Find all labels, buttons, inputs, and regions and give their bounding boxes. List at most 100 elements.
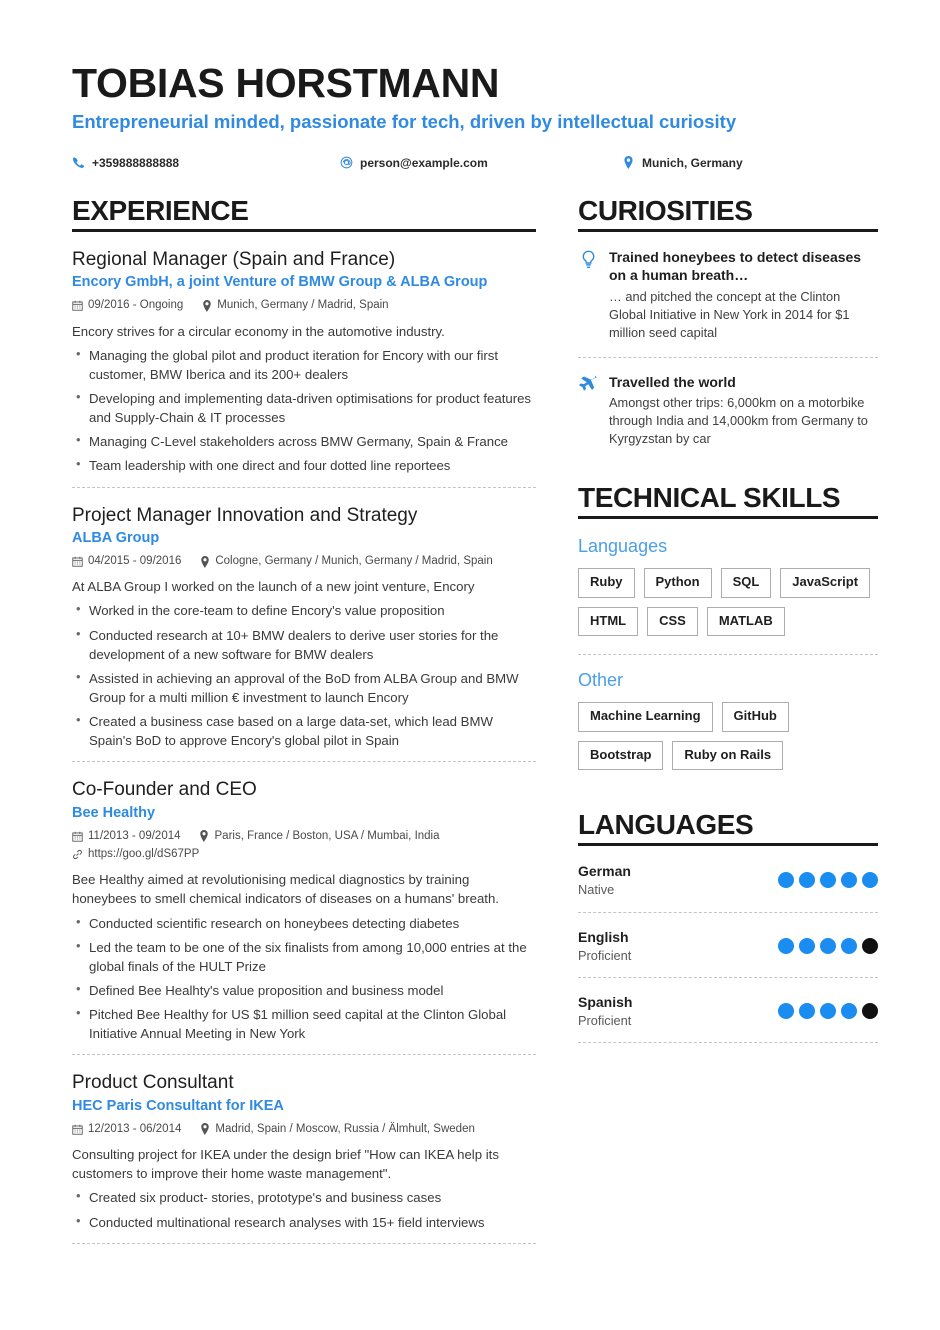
section-title-experience: EXPERIENCE bbox=[72, 194, 249, 226]
experience-entry: Regional Manager (Spain and France) Enco… bbox=[72, 248, 536, 487]
skill-tag[interactable]: GitHub bbox=[721, 702, 789, 732]
entry-location-text: Paris, France / Boston, USA / Mumbai, In… bbox=[214, 829, 440, 842]
lightbulb-icon bbox=[578, 248, 598, 343]
entry-dates: 09/2016 - Ongoing bbox=[72, 297, 183, 314]
entry-location-text: Madrid, Spain / Moscow, Russia / Älmhult… bbox=[215, 1122, 475, 1135]
calendar-icon bbox=[72, 300, 83, 312]
location-pin-icon bbox=[199, 1123, 210, 1136]
list-item: Worked in the core-team to define Encory… bbox=[72, 600, 536, 620]
entry-summary: Consulting project for IKEA under the de… bbox=[72, 1147, 499, 1182]
location-pin-icon bbox=[199, 555, 210, 568]
curiosity-body: Trained honeybees to detect diseases on … bbox=[609, 248, 878, 343]
resume-page: TOBIAS HORSTMANN Entrepreneurial minded,… bbox=[0, 0, 940, 1330]
list-item: Defined Bee Healhty's value proposition … bbox=[72, 980, 536, 1000]
skill-tag[interactable]: HTML bbox=[578, 606, 639, 636]
rating-dot-empty bbox=[862, 1003, 878, 1020]
headline: Entrepreneurial minded, passionate for t… bbox=[72, 111, 737, 133]
skill-divider bbox=[578, 653, 878, 655]
skill-tag[interactable]: Python bbox=[643, 568, 712, 598]
language-name: Spanish bbox=[578, 993, 633, 1010]
language-divider bbox=[578, 1042, 878, 1044]
contact-email[interactable]: person@example.com bbox=[340, 156, 622, 170]
language-name: German bbox=[578, 863, 631, 880]
list-item: Conducted research at 10+ BMW dealers to… bbox=[72, 625, 536, 664]
skill-tag-list: Ruby Python SQL JavaScript HTML CSS MATL… bbox=[578, 568, 878, 636]
section-rule bbox=[578, 515, 878, 519]
skill-group-other: Other Machine Learning GitHub Bootstrap … bbox=[578, 669, 878, 782]
language-divider bbox=[578, 976, 878, 978]
section-rule bbox=[578, 228, 878, 232]
entry-dates-text: 12/2013 - 06/2014 bbox=[88, 1122, 182, 1135]
contact-phone[interactable]: +359888888888 bbox=[72, 156, 340, 170]
skill-tag-list: Machine Learning GitHub Bootstrap Ruby o… bbox=[578, 702, 878, 770]
rating-dot-filled bbox=[820, 937, 836, 954]
entry-dates-text: 09/2016 - Ongoing bbox=[88, 299, 184, 312]
rating-dot-filled bbox=[841, 1003, 857, 1020]
list-item: Led the team to be one of the six finali… bbox=[72, 937, 536, 976]
skill-tag[interactable]: Ruby on Rails bbox=[672, 740, 784, 770]
curiosity-divider bbox=[578, 356, 878, 358]
calendar-icon bbox=[72, 1123, 83, 1135]
skill-tag[interactable]: Machine Learning bbox=[578, 702, 713, 732]
page-title: TOBIAS HORSTMANN bbox=[72, 60, 500, 106]
entry-dates: 04/2015 - 09/2016 bbox=[72, 553, 181, 570]
entry-organization[interactable]: Bee Healthy bbox=[72, 804, 536, 823]
skill-group-languages: Languages Ruby Python SQL JavaScript HTM… bbox=[578, 535, 878, 648]
entry-meta: 09/2016 - Ongoing Munich, Germany / Madr… bbox=[72, 297, 536, 314]
curiosity-item: Travelled the world Amongst other trips:… bbox=[578, 373, 878, 463]
skill-tag[interactable]: Ruby bbox=[578, 568, 635, 598]
entry-divider bbox=[72, 486, 536, 488]
entry-bullets: Created six product- stories, prototype'… bbox=[72, 1187, 536, 1232]
curiosity-item: Trained honeybees to detect diseases on … bbox=[578, 248, 878, 357]
rating-dot-filled bbox=[799, 937, 815, 954]
list-item: Assisted in achieving an approval of the… bbox=[72, 668, 536, 707]
resume-header: TOBIAS HORSTMANN Entrepreneurial minded,… bbox=[72, 60, 878, 170]
entry-role: Product Consultant bbox=[72, 1072, 234, 1094]
left-column: EXPERIENCE Regional Manager (Spain and F… bbox=[72, 194, 536, 1260]
skill-tag[interactable]: Bootstrap bbox=[578, 740, 664, 770]
entry-bullets: Managing the global pilot and product it… bbox=[72, 345, 536, 476]
contact-location-text: Munich, Germany bbox=[642, 155, 743, 170]
rating-dot-filled bbox=[778, 937, 794, 954]
curiosity-body: Travelled the world Amongst other trips:… bbox=[609, 373, 878, 449]
entry-role: Regional Manager (Spain and France) bbox=[72, 248, 396, 270]
language-rating bbox=[778, 1003, 878, 1020]
contact-row: +359888888888 person@example.com Munich,… bbox=[72, 156, 878, 170]
skill-tag[interactable]: CSS bbox=[647, 606, 698, 636]
language-level: Proficient bbox=[578, 947, 632, 963]
link-icon bbox=[72, 849, 83, 861]
curiosity-description: … and pitched the concept at the Clinton… bbox=[609, 289, 850, 341]
entry-organization[interactable]: Encory GmbH, a joint Venture of BMW Grou… bbox=[72, 273, 536, 292]
curiosity-title: Travelled the world bbox=[609, 373, 736, 390]
entry-meta: 11/2013 - 09/2014 Paris, France / Boston… bbox=[72, 828, 536, 864]
list-item: Conducted multinational research analyse… bbox=[72, 1212, 536, 1232]
entry-organization[interactable]: ALBA Group bbox=[72, 529, 536, 548]
entry-organization[interactable]: HEC Paris Consultant for IKEA bbox=[72, 1097, 536, 1116]
entry-location: Paris, France / Boston, USA / Mumbai, In… bbox=[199, 828, 440, 845]
list-item: Created six product- stories, prototype'… bbox=[72, 1187, 536, 1207]
entry-dates-text: 11/2013 - 09/2014 bbox=[88, 829, 181, 842]
location-pin-icon bbox=[201, 299, 212, 312]
skill-tag[interactable]: SQL bbox=[720, 568, 772, 598]
language-level: Proficient bbox=[578, 1013, 632, 1029]
contact-location: Munich, Germany bbox=[622, 156, 743, 170]
language-rating bbox=[778, 872, 878, 889]
entry-location-text: Munich, Germany / Madrid, Spain bbox=[217, 299, 389, 312]
language-info: English Proficient bbox=[578, 928, 631, 964]
rating-dot-filled bbox=[799, 1003, 815, 1020]
entry-meta: 04/2015 - 09/2016 Cologne, Germany / Mun… bbox=[72, 553, 536, 570]
skill-tag[interactable]: MATLAB bbox=[706, 606, 785, 636]
language-item: Spanish Proficient bbox=[578, 993, 878, 1042]
section-title-technical-skills: TECHNICAL SKILLS bbox=[578, 481, 841, 513]
entry-url-text: https://goo.gl/dS67PP bbox=[88, 848, 200, 861]
experience-entry: Project Manager Innovation and Strategy … bbox=[72, 504, 536, 762]
section-technical-skills: TECHNICAL SKILLS Languages Ruby Python S… bbox=[578, 481, 878, 782]
entry-url[interactable]: https://goo.gl/dS67PP bbox=[72, 846, 536, 863]
entry-bullets: Worked in the core-team to define Encory… bbox=[72, 600, 536, 750]
entry-dates: 12/2013 - 06/2014 bbox=[72, 1121, 181, 1138]
curiosity-title: Trained honeybees to detect diseases on … bbox=[609, 248, 862, 284]
list-item: Managing the global pilot and product it… bbox=[72, 345, 536, 384]
skill-tag[interactable]: JavaScript bbox=[780, 568, 871, 598]
list-item: Managing C-Level stakeholders across BMW… bbox=[72, 431, 536, 451]
